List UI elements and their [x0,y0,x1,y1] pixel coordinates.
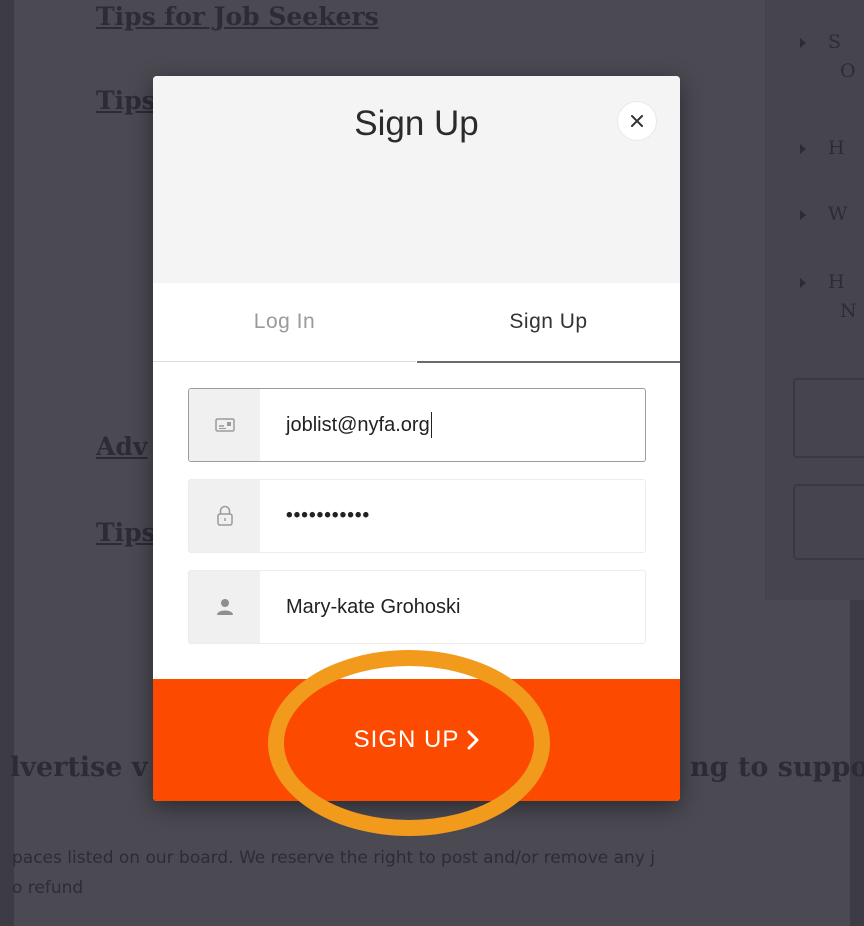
background-paragraph: paces listed on our board. We reserve th… [12,848,656,868]
text-caret [430,412,432,438]
background-bullet: H [800,134,845,163]
auth-tabs: Log In Sign Up [153,283,680,363]
name-input[interactable]: Mary-kate Grohoski [260,571,645,643]
background-bullet: W [800,200,848,229]
background-link: Tips [96,518,156,547]
background-box [793,484,864,560]
signup-modal: Sign Up Log In Sign Up joblist@nyfa.org [153,76,680,801]
password-icon-cell [189,480,260,552]
background-link: Tips [96,86,156,115]
user-icon [216,599,233,615]
sign-up-submit-label: SIGN UP [353,726,460,753]
tab-log-in[interactable]: Log In [153,283,416,362]
bullet-triangle-icon [800,210,806,220]
modal-title: Sign Up [354,104,479,143]
password-field[interactable]: ••••••••••• [188,479,646,553]
sign-up-submit-button[interactable]: SIGN UP [153,679,680,801]
password-input[interactable]: ••••••••••• [260,480,645,552]
background-link: Tips for Job Seekers [96,2,379,31]
modal-header: Sign Up [153,76,680,283]
bullet-triangle-icon [800,278,806,288]
email-field[interactable]: joblist@nyfa.org [188,388,646,462]
tab-sign-up[interactable]: Sign Up [417,283,680,363]
bullet-triangle-icon [800,144,806,154]
email-icon-cell [189,389,260,461]
background-paragraph: o refund [12,878,84,898]
email-input[interactable]: joblist@nyfa.org [260,389,645,461]
background-bullet: S O [800,28,856,86]
lock-icon [216,505,233,526]
name-icon-cell [189,571,260,643]
name-field[interactable]: Mary-kate Grohoski [188,570,646,644]
background-link: Adv [96,432,148,461]
bullet-triangle-icon [800,38,806,48]
background-box [793,378,864,458]
chevron-right-icon [467,730,479,750]
id-card-icon [214,418,235,432]
close-button[interactable] [618,102,656,140]
close-icon [631,115,643,127]
background-bullet: H N [800,268,857,326]
